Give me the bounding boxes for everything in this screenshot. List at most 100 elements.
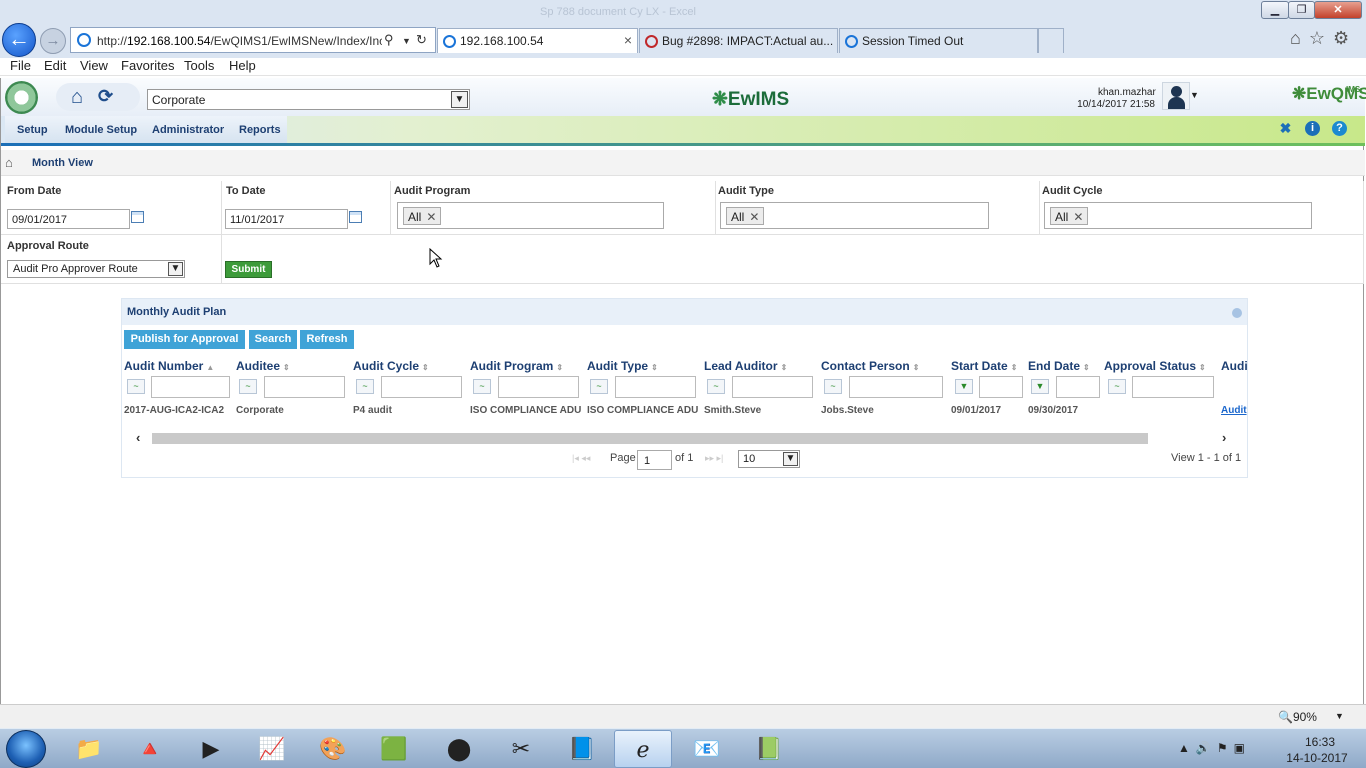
collapse-icon[interactable] — [1232, 308, 1242, 318]
calendar-icon[interactable] — [349, 211, 362, 223]
filter-operator-button[interactable]: ~ — [239, 379, 257, 394]
forward-button[interactable]: → — [40, 28, 66, 54]
menu-view[interactable]: View — [80, 58, 108, 73]
tab-current[interactable]: 192.168.100.54 × — [437, 28, 638, 53]
organization-select[interactable]: Corporate ▼ — [147, 89, 470, 110]
scroll-right-icon[interactable]: › — [1222, 430, 1226, 445]
new-tab-button[interactable] — [1038, 28, 1064, 53]
outlook-icon[interactable]: 📧 — [678, 730, 736, 768]
cell-audit-link[interactable]: Audit — [1221, 405, 1247, 416]
col-auditee[interactable]: Auditee ⇕ — [236, 359, 350, 373]
start-button[interactable] — [6, 730, 46, 768]
info-icon[interactable]: i — [1305, 121, 1320, 136]
clock-time[interactable]: 16:33 — [1290, 735, 1350, 749]
menu-module-setup[interactable]: Module Setup — [65, 116, 137, 143]
filter-audit-program-input[interactable] — [498, 376, 579, 398]
explorer-icon[interactable]: 📁 — [60, 730, 118, 768]
filter-audit-number-input[interactable] — [151, 376, 230, 398]
tab-session[interactable]: Session Timed Out — [839, 28, 1038, 53]
settings-gear-icon[interactable]: ⚙ — [1333, 28, 1357, 48]
audit-program-multiselect[interactable]: All ✕ — [397, 202, 664, 229]
address-url[interactable]: http://192.168.100.54/EwQIMS1/EwIMSNew/I… — [97, 34, 382, 48]
submit-button[interactable]: Submit — [225, 261, 272, 278]
calendar-icon[interactable] — [131, 211, 144, 223]
col-audit-type[interactable]: Audit Type ⇕ — [587, 359, 701, 373]
search-icon[interactable]: ⚲ — [384, 32, 394, 48]
refresh-icon[interactable]: ↻ — [416, 32, 427, 48]
paint-icon[interactable]: 🎨 — [304, 730, 362, 768]
menu-setup[interactable]: Setup — [17, 116, 48, 143]
zoom-level[interactable]: 🔍90% — [1278, 710, 1317, 724]
scrollbar-thumb[interactable] — [152, 433, 1148, 444]
camtasia-icon[interactable]: 🟩 — [365, 730, 423, 768]
home-icon[interactable]: ⌂ — [5, 155, 13, 170]
pin-icon[interactable]: ✖ — [1278, 121, 1293, 136]
refresh-button[interactable]: Refresh — [300, 330, 354, 349]
chrome-icon[interactable]: ⬤ — [430, 730, 488, 768]
audit-program-chip[interactable]: All ✕ — [403, 207, 442, 225]
tab-bug[interactable]: Bug #2898: IMPACT:Actual au... — [639, 28, 838, 53]
audit-type-multiselect[interactable]: All ✕ — [720, 202, 989, 229]
search-button[interactable]: Search — [249, 330, 297, 349]
back-button[interactable]: ← — [2, 23, 36, 57]
avatar[interactable] — [1162, 82, 1190, 110]
col-lead-auditor[interactable]: Lead Auditor ⇕ — [704, 359, 818, 373]
filter-operator-button[interactable]: ~ — [824, 379, 842, 394]
caret-down-icon[interactable]: ▼ — [1190, 90, 1199, 100]
filter-audit-type-input[interactable] — [615, 376, 696, 398]
filter-operator-button[interactable]: ~ — [590, 379, 608, 394]
first-page-icon[interactable]: |◂ ◂◂ — [572, 453, 590, 464]
app-logo-icon[interactable] — [5, 81, 38, 114]
filter-funnel-icon[interactable]: ▼ — [955, 379, 973, 394]
project-icon[interactable]: 📈 — [243, 730, 301, 768]
filter-operator-button[interactable]: ~ — [1108, 379, 1126, 394]
zoom-dropdown-icon[interactable]: ▼ — [1335, 711, 1344, 721]
menu-reports[interactable]: Reports — [239, 116, 281, 143]
scroll-left-icon[interactable]: ‹ — [136, 430, 140, 445]
flag-icon[interactable]: ⚑ — [1217, 741, 1234, 755]
address-bar[interactable]: http://192.168.100.54/EwQIMS1/EwIMSNew/I… — [70, 27, 436, 53]
filter-start-date-input[interactable] — [979, 376, 1023, 398]
media-player-icon[interactable]: ▶ — [182, 730, 240, 768]
rows-per-page-select[interactable]: 10 ▼ — [738, 450, 800, 468]
tray-arrow-icon[interactable]: ▲ — [1178, 741, 1196, 755]
remove-chip-icon[interactable]: ✕ — [1073, 210, 1083, 224]
help-icon[interactable]: ? — [1332, 121, 1347, 136]
last-page-icon[interactable]: ▸▸ ▸| — [705, 453, 723, 464]
volume-icon[interactable]: 🔊 — [1196, 741, 1217, 755]
filter-auditee-input[interactable] — [264, 376, 345, 398]
filter-audit-cycle-input[interactable] — [381, 376, 462, 398]
col-end-date[interactable]: End Date ⇕ — [1028, 359, 1103, 373]
network-icon[interactable]: ▣ — [1234, 741, 1251, 755]
menu-edit[interactable]: Edit — [44, 58, 66, 73]
home-icon[interactable]: ⌂ — [71, 86, 83, 109]
favorites-star-icon[interactable]: ☆ — [1309, 28, 1333, 48]
col-contact-person[interactable]: Contact Person ⇕ — [821, 359, 949, 373]
refresh-icon[interactable]: ⟳ — [98, 86, 113, 107]
col-start-date[interactable]: Start Date ⇕ — [951, 359, 1026, 373]
horizontal-scrollbar[interactable]: ‹ › — [122, 430, 1247, 445]
menu-file[interactable]: File — [10, 58, 31, 73]
publish-for-approval-button[interactable]: Publish for Approval — [124, 330, 245, 349]
col-approval-status[interactable]: Approval Status ⇕ — [1104, 359, 1219, 373]
audit-cycle-chip[interactable]: All ✕ — [1050, 207, 1089, 225]
close-tab-icon[interactable]: × — [624, 32, 632, 48]
filter-lead-auditor-input[interactable] — [732, 376, 813, 398]
filter-operator-button[interactable]: ~ — [707, 379, 725, 394]
menu-administrator[interactable]: Administrator — [152, 116, 224, 143]
col-audit-number[interactable]: Audit Number ▲ — [124, 359, 234, 373]
internet-explorer-icon[interactable]: ℯ — [614, 730, 672, 768]
home-icon[interactable]: ⌂ — [1290, 28, 1309, 48]
menu-favorites[interactable]: Favorites — [121, 58, 174, 73]
filter-operator-button[interactable]: ~ — [356, 379, 374, 394]
excel-icon[interactable]: 📗 — [740, 730, 798, 768]
page-number-input[interactable]: 1 — [637, 450, 672, 470]
col-audit-cycle[interactable]: Audit Cycle ⇕ — [353, 359, 467, 373]
col-audit[interactable]: Audi — [1221, 359, 1247, 373]
menu-tools[interactable]: Tools — [184, 58, 214, 73]
vlc-icon[interactable]: 🔺 — [121, 730, 179, 768]
filter-approval-status-input[interactable] — [1132, 376, 1214, 398]
clock-date[interactable]: 14-10-2017 — [1282, 751, 1352, 765]
audit-type-chip[interactable]: All ✕ — [726, 207, 765, 225]
maximize-button[interactable]: ❐ — [1288, 1, 1315, 19]
